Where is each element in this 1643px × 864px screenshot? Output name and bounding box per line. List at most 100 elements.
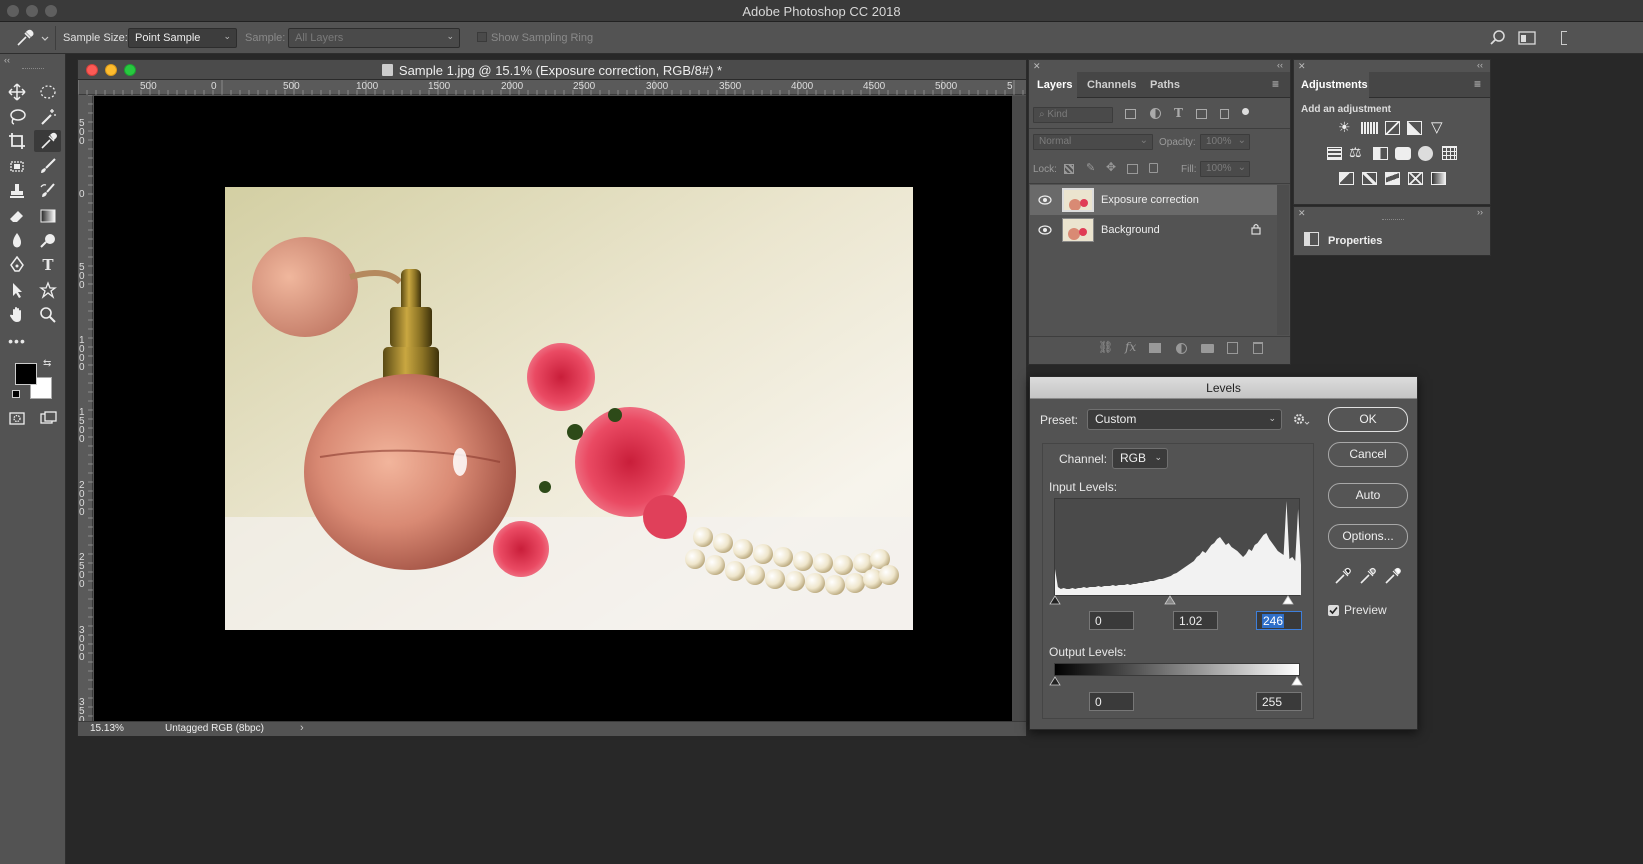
hue-saturation-icon[interactable]: [1327, 147, 1342, 160]
screen-mode-icon[interactable]: [36, 407, 60, 429]
show-sampling-ring-checkbox[interactable]: [477, 32, 487, 42]
sample-select[interactable]: All Layers ⌄: [288, 28, 460, 48]
filter-adjustment-icon[interactable]: [1150, 108, 1161, 119]
output-white-slider[interactable]: [1291, 676, 1303, 686]
new-adjustment-layer-icon[interactable]: [1176, 343, 1187, 354]
output-white-field[interactable]: 255: [1256, 692, 1302, 711]
lock-transparent-icon[interactable]: [1064, 164, 1074, 174]
output-black-slider[interactable]: [1049, 676, 1061, 686]
status-menu-chevron-icon[interactable]: ›: [300, 722, 304, 734]
magic-wand-tool-icon[interactable]: [36, 106, 60, 128]
document-tab[interactable]: Sample 1.jpg @ 15.1% (Exposure correctio…: [78, 60, 1026, 80]
white-point-eyedropper-icon[interactable]: [1383, 567, 1401, 585]
zoom-level[interactable]: 15.13%: [90, 723, 124, 734]
clone-stamp-tool-icon[interactable]: [5, 180, 29, 202]
panel-menu-icon[interactable]: ≡: [1272, 77, 1279, 91]
cancel-button[interactable]: Cancel: [1328, 442, 1408, 467]
output-black-field[interactable]: 0: [1089, 692, 1134, 711]
filter-toggle-icon[interactable]: [1242, 108, 1249, 115]
color-balance-icon[interactable]: ⚖: [1349, 144, 1362, 161]
foreground-color-front[interactable]: [15, 363, 37, 385]
add-mask-icon[interactable]: [1149, 343, 1161, 353]
lock-position-icon[interactable]: ✥: [1106, 160, 1116, 174]
panel-collapse-icon[interactable]: ‹‹: [1277, 60, 1283, 70]
layer-filter-kind[interactable]: ⌕ Kind: [1033, 107, 1113, 123]
horizontal-ruler[interactable]: 500 0 500 1000 1500 2000 2500 3000 3500 …: [78, 80, 1026, 95]
input-black-slider[interactable]: [1049, 595, 1061, 605]
tab-paths[interactable]: Paths: [1150, 79, 1180, 91]
document-profile[interactable]: Untagged RGB (8bpc): [165, 723, 264, 734]
options-button[interactable]: Options...: [1328, 524, 1408, 549]
filter-type-icon[interactable]: T: [1174, 106, 1183, 120]
path-selection-tool-icon[interactable]: [5, 279, 29, 301]
levels-icon[interactable]: [1361, 122, 1378, 134]
healing-brush-tool-icon[interactable]: [5, 155, 29, 177]
black-point-eyedropper-icon[interactable]: [1333, 567, 1351, 585]
preset-options-gear-icon[interactable]: [1293, 412, 1311, 426]
link-layers-icon[interactable]: ⛓: [1098, 340, 1113, 354]
panel-collapse-icon[interactable]: ‹‹: [1477, 60, 1483, 70]
layer-row-exposure-correction[interactable]: Exposure correction: [1030, 185, 1277, 215]
layer-row-background[interactable]: Background: [1030, 215, 1277, 245]
more-tools-icon[interactable]: •••: [5, 330, 29, 352]
vibrance-icon[interactable]: ▽: [1431, 118, 1443, 136]
selective-color-icon[interactable]: [1408, 172, 1423, 185]
panel-close-icon[interactable]: ✕: [1033, 61, 1041, 72]
custom-shape-tool-icon[interactable]: [36, 279, 60, 301]
eye-visibility-icon[interactable]: [1038, 225, 1052, 235]
photo-filter-icon[interactable]: [1395, 147, 1411, 160]
quick-mask-icon[interactable]: [5, 407, 29, 429]
gray-point-eyedropper-icon[interactable]: [1358, 567, 1376, 585]
gradient-map-icon[interactable]: [1431, 172, 1446, 185]
hand-tool-icon[interactable]: [5, 304, 29, 326]
properties-title[interactable]: Properties: [1328, 235, 1382, 247]
move-tool-icon[interactable]: [5, 81, 29, 103]
tab-channels[interactable]: Channels: [1087, 79, 1137, 91]
pen-tool-icon[interactable]: [5, 254, 29, 276]
brightness-contrast-icon[interactable]: ☀: [1338, 119, 1351, 136]
input-black-field[interactable]: 0: [1089, 611, 1134, 630]
filter-shape-icon[interactable]: [1196, 109, 1207, 119]
levels-titlebar[interactable]: Levels: [1030, 377, 1417, 399]
ok-button[interactable]: OK: [1328, 407, 1408, 432]
lock-all-icon[interactable]: [1149, 163, 1158, 173]
opacity-field[interactable]: 100% ⌄: [1200, 134, 1250, 150]
delete-layer-trash-icon[interactable]: [1253, 342, 1263, 354]
invert-icon[interactable]: [1339, 172, 1354, 185]
tab-layers[interactable]: Layers: [1037, 79, 1072, 91]
new-group-folder-icon[interactable]: [1201, 344, 1214, 353]
curves-icon[interactable]: [1385, 121, 1400, 135]
input-white-field[interactable]: 246: [1256, 611, 1302, 630]
preset-select[interactable]: Custom ⌄: [1087, 409, 1282, 430]
default-colors-icon[interactable]: [12, 390, 20, 398]
channel-mixer-icon[interactable]: [1418, 146, 1433, 161]
marquee-tool-icon[interactable]: [36, 81, 60, 103]
search-icon[interactable]: [1489, 29, 1507, 50]
swap-colors-icon[interactable]: ⇆: [43, 358, 51, 369]
tab-adjustments[interactable]: Adjustments: [1301, 79, 1368, 91]
collapse-toolbar-icon[interactable]: ‹‹: [4, 55, 10, 65]
input-gamma-slider[interactable]: [1164, 595, 1176, 605]
document-canvas[interactable]: [94, 96, 1012, 721]
sample-size-select[interactable]: Point Sample ⌄: [128, 28, 237, 48]
workspace-icon[interactable]: [1518, 30, 1538, 49]
eye-visibility-icon[interactable]: [1038, 195, 1052, 205]
eyedropper-tool-icon[interactable]: [34, 130, 61, 152]
lock-pixels-icon[interactable]: ✎: [1086, 161, 1095, 174]
eraser-tool-icon[interactable]: [5, 205, 29, 227]
panel-collapse-icon[interactable]: ››: [1477, 207, 1483, 217]
lasso-tool-icon[interactable]: [5, 106, 29, 128]
history-brush-tool-icon[interactable]: [36, 180, 60, 202]
black-white-icon[interactable]: [1373, 147, 1388, 160]
auto-button[interactable]: Auto: [1328, 483, 1408, 508]
blend-mode-select[interactable]: Normal ⌄: [1033, 134, 1153, 150]
share-icon[interactable]: [1561, 31, 1567, 45]
preview-checkbox[interactable]: [1328, 605, 1339, 616]
crop-tool-icon[interactable]: [5, 130, 29, 152]
dodge-tool-icon[interactable]: [36, 230, 60, 252]
threshold-icon[interactable]: [1385, 172, 1400, 185]
channel-select[interactable]: RGB ⌄: [1112, 448, 1168, 469]
panel-close-icon[interactable]: ✕: [1298, 61, 1306, 72]
gradient-tool-icon[interactable]: [36, 205, 60, 227]
new-layer-icon[interactable]: [1227, 342, 1238, 354]
